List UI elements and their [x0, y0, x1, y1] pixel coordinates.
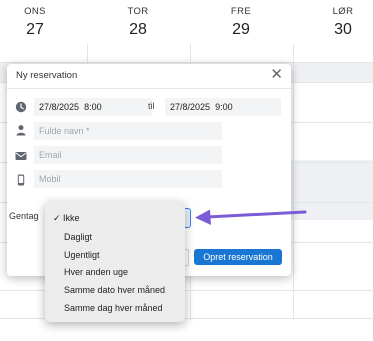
day-column-header[interactable]: FRE 29 [201, 6, 281, 39]
end-date: 27/8/2025 [170, 102, 211, 112]
repeat-option[interactable]: ✓ Ikke [45, 209, 185, 227]
start-time: 8:00 [84, 102, 102, 112]
repeat-option[interactable]: Samme dato hver måned [45, 281, 185, 299]
dialog-title: Ny reservation [16, 70, 78, 81]
end-time: 9:00 [215, 102, 233, 112]
repeat-option[interactable]: Samme dag hver måned [45, 299, 185, 317]
email-input[interactable]: Email [34, 146, 222, 164]
grid-line [293, 44, 294, 320]
day-of-week: LØR [332, 6, 354, 17]
day-number: 28 [129, 21, 147, 38]
calendar-header: ONS 27 TOR 28 FRE 29 LØR 30 [0, 0, 373, 62]
option-label: Dagligt [64, 232, 93, 242]
repeat-option[interactable]: Dagligt [45, 228, 185, 246]
start-date: 27/8/2025 [39, 102, 80, 112]
start-datetime-field[interactable]: 27/8/2025 8:00 [34, 98, 152, 116]
day-column-header[interactable]: ONS 27 [0, 6, 75, 39]
day-column-header[interactable]: TOR 28 [98, 6, 178, 39]
option-label: Hver anden uge [64, 267, 129, 277]
repeat-dropdown-menu: ✓ Ikke Dagligt Ugentligt Hver anden uge … [45, 201, 185, 322]
til-label: til [148, 101, 155, 111]
repeat-label: Gentag [9, 211, 39, 221]
option-label: Samme dag hver måned [64, 303, 163, 313]
end-datetime-field[interactable]: 27/8/2025 9:00 [165, 98, 281, 116]
option-label: Ikke [63, 213, 80, 223]
day-number: 27 [26, 21, 44, 38]
clock-icon [15, 101, 27, 113]
repeat-option[interactable]: Hver anden uge [45, 263, 185, 281]
day-of-week: FRE [230, 6, 252, 17]
create-reservation-button[interactable]: Opret reservation [194, 249, 282, 265]
close-icon[interactable]: ✕ [270, 66, 283, 84]
divider [7, 88, 291, 89]
person-icon [16, 125, 26, 136]
annotation-arrow-icon [195, 209, 307, 225]
day-of-week: ONS [24, 6, 46, 17]
day-of-week: TOR [127, 6, 149, 17]
repeat-option[interactable]: Ugentligt [45, 246, 185, 264]
phone-icon [17, 174, 25, 186]
option-label: Samme dato hver måned [64, 285, 166, 295]
day-number: 30 [334, 21, 352, 38]
check-icon: ✓ [53, 213, 61, 223]
day-number: 29 [232, 21, 250, 38]
grid-line [0, 62, 373, 63]
option-label: Ugentligt [64, 250, 100, 260]
day-column-header[interactable]: LØR 30 [303, 6, 373, 39]
mobile-input[interactable]: Mobil [34, 170, 222, 188]
full-name-input[interactable]: Fulde navn * [34, 122, 222, 140]
mail-icon [15, 152, 27, 160]
